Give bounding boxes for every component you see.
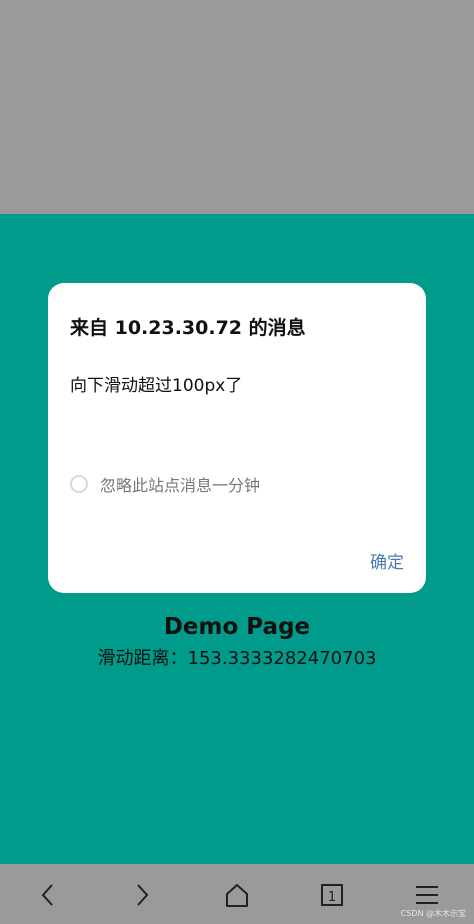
page-title: Demo Page [163,614,311,640]
forward-icon [137,884,149,906]
scroll-distance-label: 滑动距离： [97,648,188,669]
tabs-button[interactable]: 1 [317,880,347,910]
dialog-title: 来自 10.23.30.72 的消息 [70,317,306,339]
back-icon [41,884,53,906]
ignore-radio[interactable] [70,475,88,493]
watermark: CSDN @木木示宝 [400,909,466,918]
tabs-icon: 1 [321,884,343,906]
menu-icon [416,886,438,904]
back-button[interactable] [33,880,63,910]
dimmed-header-area [0,0,474,214]
scroll-distance: 滑动距离：153.3333282470703 [0,644,474,670]
ignore-site-option[interactable]: 忽略此站点消息一分钟 [70,472,260,496]
home-button[interactable] [222,880,252,910]
tab-count: 1 [328,890,336,905]
ok-button[interactable]: 确定 [370,548,404,573]
menu-button[interactable] [412,880,442,910]
dialog-message: 向下滑动超过100px了 [70,376,243,396]
home-icon [226,884,248,907]
forward-button[interactable] [127,880,157,910]
alert-dialog: 来自 10.23.30.72 的消息 向下滑动超过100px了 忽略此站点消息一… [48,283,426,593]
scroll-distance-value: 153.3333282470703 [187,648,377,669]
ignore-label: 忽略此站点消息一分钟 [100,476,261,495]
